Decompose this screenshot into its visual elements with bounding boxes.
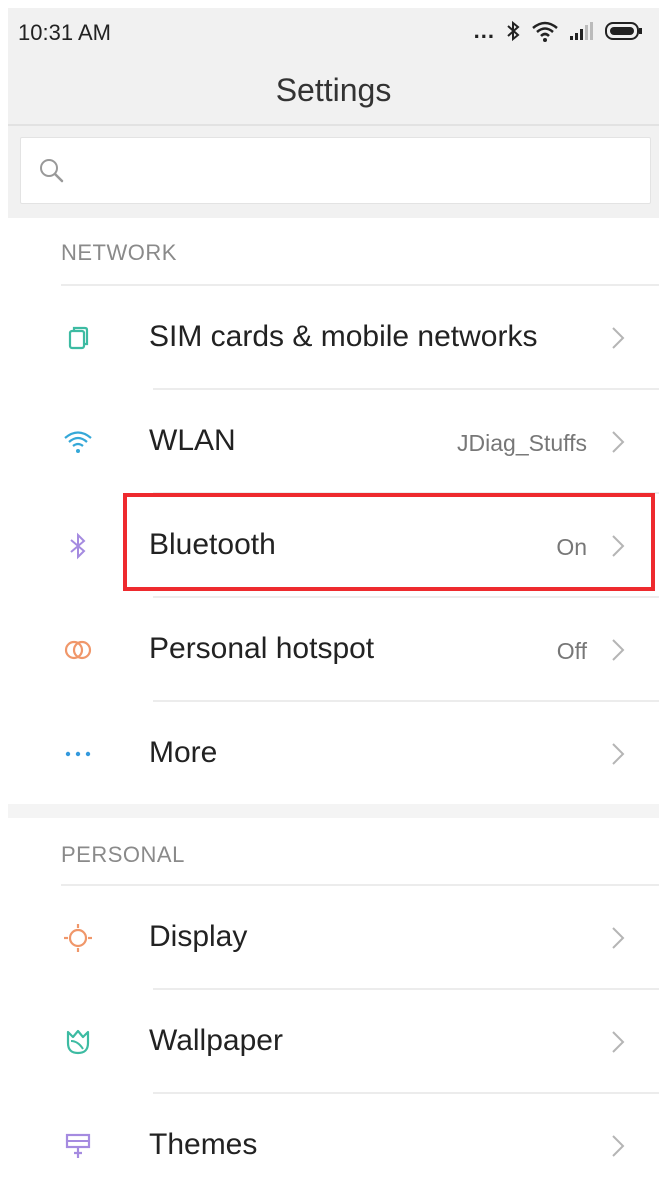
search-icon xyxy=(39,158,65,184)
bluetooth-status-icon xyxy=(505,19,521,43)
sim-card-icon xyxy=(60,320,96,356)
settings-item-sim-cards[interactable]: SIM cards & mobile networks xyxy=(8,286,659,390)
settings-item-value: On xyxy=(556,534,587,560)
settings-item-value: Off xyxy=(556,638,587,664)
page-title: Settings xyxy=(275,71,392,108)
more-dots-icon xyxy=(60,736,96,772)
chevron-right-icon xyxy=(610,1132,626,1160)
settings-item-more[interactable]: More xyxy=(8,702,659,806)
chevron-right-icon xyxy=(610,924,626,952)
status-time: 10:31 AM xyxy=(18,20,111,45)
hotspot-icon xyxy=(60,632,96,668)
search-input[interactable] xyxy=(81,148,635,196)
settings-item-label: Themes xyxy=(149,1128,258,1161)
settings-item-bluetooth[interactable]: Bluetooth On xyxy=(8,494,659,598)
settings-item-wallpaper[interactable]: Wallpaper xyxy=(8,990,659,1094)
section-header-personal: PERSONAL xyxy=(61,842,185,867)
battery-icon xyxy=(605,21,643,41)
wifi-status-icon xyxy=(531,20,559,42)
settings-item-label: More xyxy=(149,736,218,769)
settings-item-personal-hotspot[interactable]: Personal hotspot Off xyxy=(8,598,659,702)
wifi-icon xyxy=(60,424,96,460)
settings-item-wlan[interactable]: WLAN JDiag_Stuffs xyxy=(8,390,659,494)
bluetooth-icon xyxy=(60,528,96,564)
status-icons: ... xyxy=(474,18,643,44)
settings-item-label: Wallpaper xyxy=(149,1024,283,1057)
settings-item-label: Personal hotspot xyxy=(149,632,375,665)
chevron-right-icon xyxy=(610,636,626,664)
brush-icon xyxy=(60,1128,96,1164)
chevron-right-icon xyxy=(610,428,626,456)
settings-item-themes[interactable]: Themes xyxy=(8,1094,659,1189)
chevron-right-icon xyxy=(610,324,626,352)
settings-item-display[interactable]: Display xyxy=(8,886,659,990)
settings-item-label: WLAN xyxy=(149,424,236,457)
settings-item-label: SIM cards & mobile networks xyxy=(149,320,538,353)
tulip-icon xyxy=(60,1024,96,1060)
search-box[interactable] xyxy=(20,137,651,204)
status-bar: 10:31 AM ... xyxy=(8,8,651,56)
chevron-right-icon xyxy=(610,740,626,768)
chevron-right-icon xyxy=(610,532,626,560)
settings-item-label: Bluetooth xyxy=(149,528,276,561)
settings-item-label: Display xyxy=(149,920,248,953)
title-divider xyxy=(8,124,659,126)
signal-dots-icon: ... xyxy=(473,18,495,43)
cell-signal-icon xyxy=(569,21,595,41)
title-bar: Settings xyxy=(8,56,659,124)
section-gap xyxy=(8,804,659,818)
settings-item-value: JDiag_Stuffs xyxy=(457,430,587,456)
sun-icon xyxy=(60,920,96,956)
chevron-right-icon xyxy=(610,1028,626,1056)
section-header-network: NETWORK xyxy=(61,240,177,265)
settings-screen: 10:31 AM ... Settings NETWORK SIM cards … xyxy=(0,0,659,1189)
